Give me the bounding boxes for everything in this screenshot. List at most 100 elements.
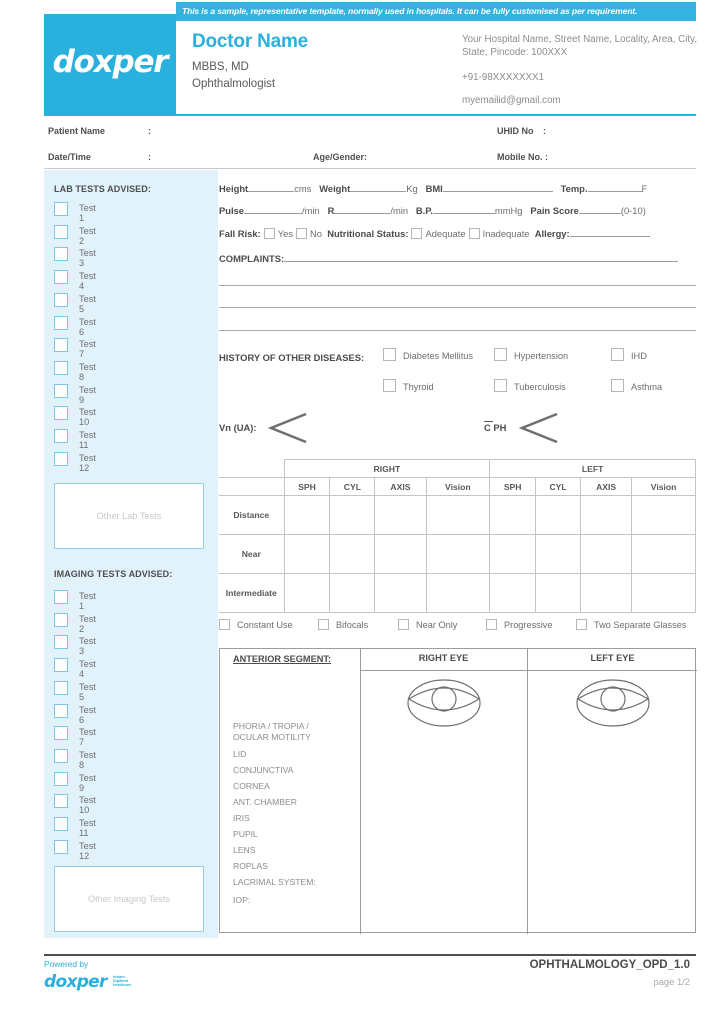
history-hypertension-checkbox[interactable] <box>494 348 507 361</box>
lab-test-label-7: Test 7 <box>79 339 96 360</box>
lab-test-checkbox-2[interactable] <box>54 224 68 239</box>
cell-near-r-vision[interactable] <box>425 534 491 574</box>
cell-near-r-cyl[interactable] <box>329 534 376 574</box>
constant-use-checkbox[interactable] <box>219 619 230 630</box>
allergy-input[interactable] <box>569 228 650 237</box>
pulse-input[interactable] <box>244 205 303 214</box>
history-tuberculosis-checkbox[interactable] <box>494 379 507 392</box>
cell-distance-l-vision[interactable] <box>631 495 696 535</box>
imaging-test-checkbox-8[interactable] <box>54 748 68 763</box>
cell-inter-l-cyl[interactable] <box>535 573 581 613</box>
imaging-test-label-2: Test 2 <box>79 613 96 634</box>
complaints-input-line-4[interactable] <box>219 330 696 331</box>
fall-risk-yes-checkbox[interactable] <box>263 228 275 239</box>
cell-distance-l-sph[interactable] <box>489 495 537 535</box>
complaints-input-line-1[interactable] <box>284 253 679 262</box>
cell-inter-l-sph[interactable] <box>489 573 537 613</box>
lab-test-label-5: Test 5 <box>79 293 96 314</box>
cell-near-l-vision[interactable] <box>631 534 696 574</box>
cell-inter-l-vision[interactable] <box>631 573 696 613</box>
lab-test-checkbox-7[interactable] <box>54 338 68 353</box>
refraction-col-l-vision: Vision <box>631 477 696 496</box>
imaging-test-checkbox-3[interactable] <box>54 635 68 650</box>
cell-inter-r-sph[interactable] <box>283 573 331 613</box>
lab-test-checkbox-6[interactable] <box>54 315 68 330</box>
anterior-segment-item-4: CORNEA <box>233 781 270 791</box>
imaging-test-checkbox-2[interactable] <box>54 612 68 627</box>
history-ihd-checkbox[interactable] <box>611 348 624 361</box>
imaging-test-checkbox-11[interactable] <box>54 817 68 831</box>
patient-info-divider <box>44 168 696 169</box>
imaging-test-checkbox-12[interactable] <box>54 839 68 854</box>
imaging-test-checkbox-6[interactable] <box>54 703 68 718</box>
cell-near-r-axis[interactable] <box>374 534 427 574</box>
sample-template-banner: This is a sample, representative templat… <box>176 2 696 21</box>
history-thyroid-checkbox[interactable] <box>383 379 396 392</box>
cell-distance-r-axis[interactable] <box>374 495 427 535</box>
imaging-test-label-5: Test 5 <box>79 681 96 702</box>
history-diabetes-checkbox[interactable] <box>383 348 396 361</box>
respiration-input[interactable] <box>334 205 391 214</box>
vn-ua-bracket-icon <box>268 412 307 444</box>
cell-near-l-axis[interactable] <box>579 534 633 574</box>
imaging-test-checkbox-10[interactable] <box>54 794 68 809</box>
fall-risk-no-checkbox[interactable] <box>295 228 307 239</box>
height-input[interactable] <box>248 183 295 192</box>
nutrition-adequate-checkbox[interactable] <box>411 228 423 239</box>
lab-test-label-1: Test 1 <box>79 203 96 223</box>
pain-score-input[interactable] <box>578 205 621 214</box>
glasses-option-near-only[interactable]: Near Only <box>398 619 457 630</box>
cell-inter-r-cyl[interactable] <box>329 573 376 613</box>
respiration-unit: /min <box>390 205 409 216</box>
complaints-input-line-3[interactable] <box>219 307 696 308</box>
glasses-option-bifocals[interactable]: Bifocals <box>318 619 368 630</box>
near-only-checkbox[interactable] <box>398 619 409 630</box>
cell-distance-r-sph[interactable] <box>283 495 331 535</box>
lab-test-checkbox-12[interactable] <box>54 451 68 466</box>
bifocals-checkbox[interactable] <box>318 619 329 630</box>
cell-distance-l-cyl[interactable] <box>535 495 581 535</box>
lab-test-checkbox-8[interactable] <box>54 360 68 375</box>
imaging-test-checkbox-7[interactable] <box>54 726 68 741</box>
cell-inter-r-vision[interactable] <box>425 573 491 613</box>
cell-near-l-cyl[interactable] <box>535 534 581 574</box>
glasses-option-progressive[interactable]: Progressive <box>486 619 553 630</box>
lab-test-checkbox-9[interactable] <box>54 383 68 398</box>
cell-near-l-sph[interactable] <box>489 534 537 574</box>
imaging-test-checkbox-9[interactable] <box>54 771 68 786</box>
complaints-input-line-2[interactable] <box>219 285 696 286</box>
weight-input[interactable] <box>350 183 407 192</box>
imaging-test-checkbox-4[interactable] <box>54 658 68 673</box>
lab-test-checkbox-1[interactable] <box>54 202 68 216</box>
lab-test-checkbox-11[interactable] <box>54 429 68 443</box>
anterior-segment-item-6: IRIS <box>233 813 250 823</box>
nutrition-inadequate-checkbox[interactable] <box>468 228 480 239</box>
refraction-col-r-axis: AXIS <box>374 477 427 496</box>
cell-inter-r-axis[interactable] <box>374 573 427 613</box>
imaging-test-checkbox-1[interactable] <box>54 590 68 604</box>
lab-test-checkbox-3[interactable] <box>54 247 68 262</box>
cell-distance-r-cyl[interactable] <box>329 495 376 535</box>
imaging-test-checkbox-5[interactable] <box>54 680 68 695</box>
other-lab-tests-box[interactable]: Other Lab Tests <box>54 483 204 549</box>
lab-test-checkbox-10[interactable] <box>54 406 68 421</box>
lab-test-checkbox-4[interactable] <box>54 270 68 285</box>
progressive-checkbox[interactable] <box>486 619 497 630</box>
cell-near-r-sph[interactable] <box>283 534 331 574</box>
cell-distance-r-vision[interactable] <box>425 495 491 535</box>
refraction-blank-cell <box>219 477 285 496</box>
lab-test-checkbox-5[interactable] <box>54 292 68 307</box>
history-asthma-checkbox[interactable] <box>611 379 624 392</box>
bmi-input[interactable] <box>442 183 553 192</box>
glasses-option-two-separate-glasses[interactable]: Two Separate Glasses <box>576 619 686 630</box>
two-separate-glasses-checkbox[interactable] <box>576 619 587 630</box>
table-row: Intermediate <box>219 573 696 613</box>
refraction-row-near: Near <box>219 534 285 574</box>
height-unit: cms <box>294 183 312 194</box>
cell-inter-l-axis[interactable] <box>579 573 633 613</box>
cell-distance-l-axis[interactable] <box>579 495 633 535</box>
bp-input[interactable] <box>432 205 495 214</box>
other-imaging-tests-box[interactable]: Other Imaging Tests <box>54 866 204 932</box>
temp-input[interactable] <box>587 183 642 192</box>
glasses-option-constant-use[interactable]: Constant Use <box>219 619 293 630</box>
